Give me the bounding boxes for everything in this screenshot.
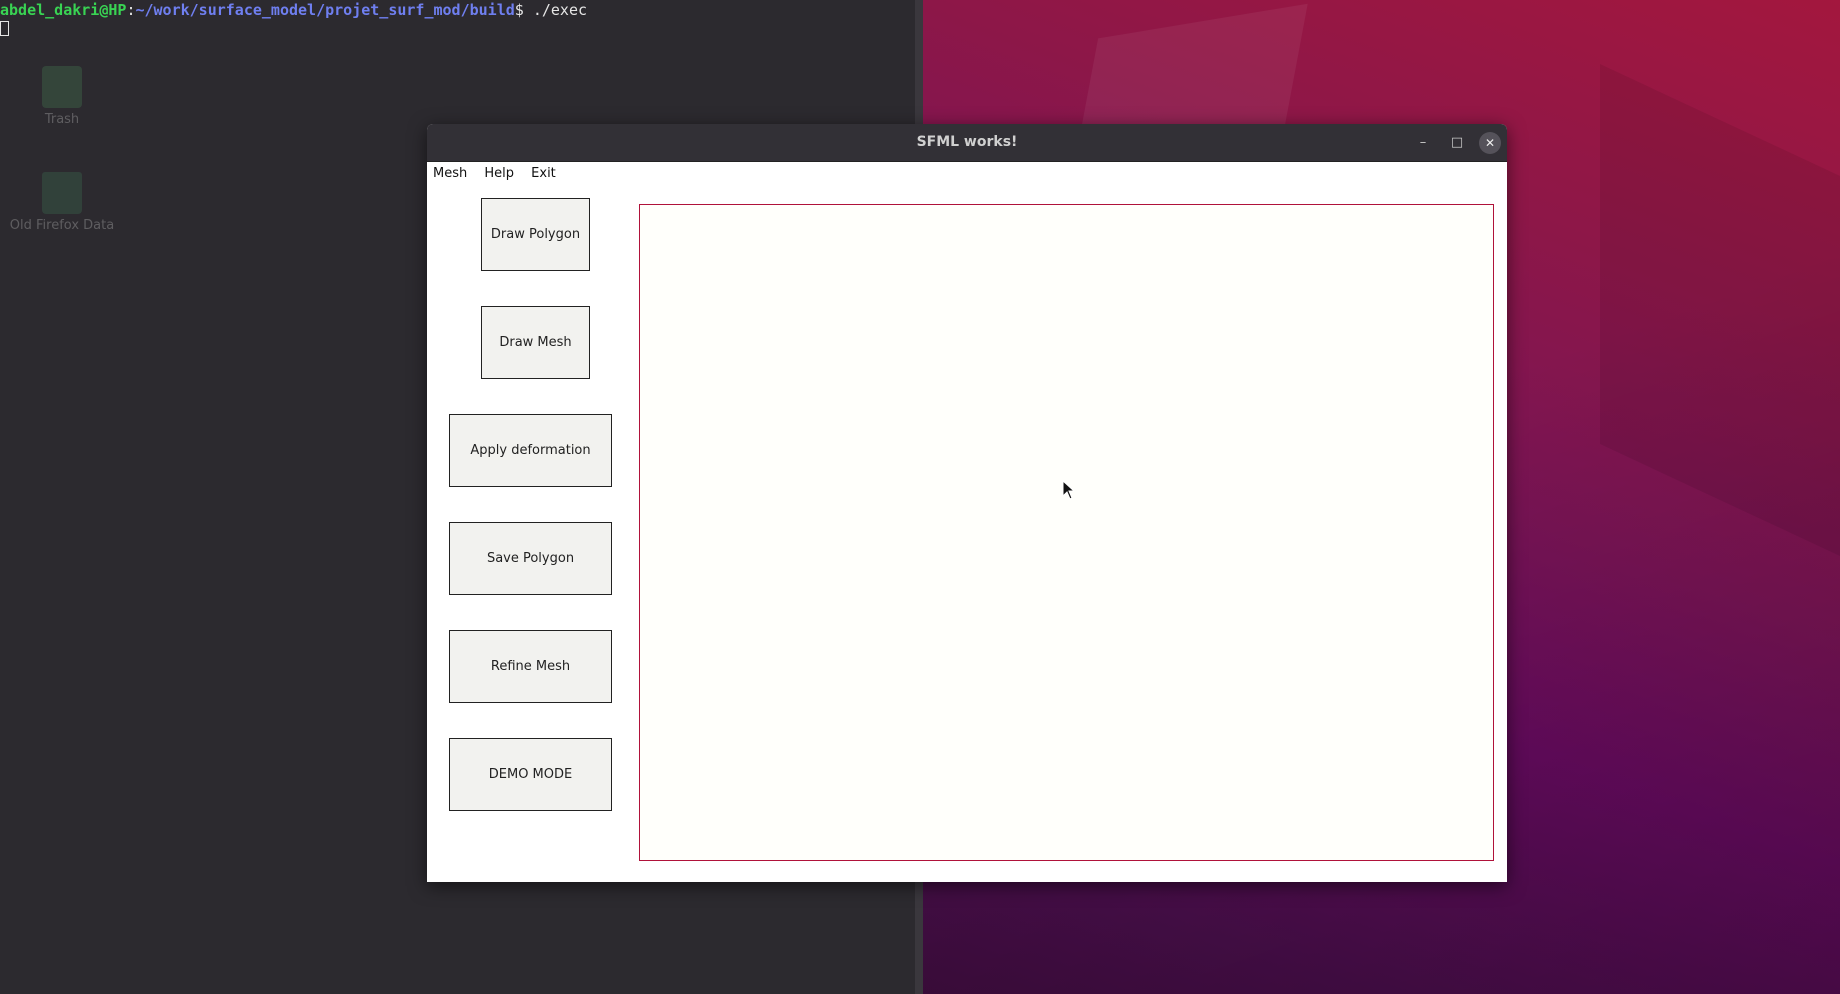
button-label: Save Polygon [486,551,575,566]
desktop-icon-old-firefox-data[interactable]: Old Firefox Data [2,172,122,233]
menu-mesh[interactable]: Mesh [433,166,467,181]
apply-deformation-button[interactable]: Apply deformation [449,414,612,487]
terminal-user-host: abdel_dakri@HP [0,1,127,19]
desktop-screen: abdel_dakri@HP:~/work/surface_model/proj… [0,0,1840,994]
trash-icon [42,66,82,108]
drawing-canvas[interactable] [639,204,1494,861]
mouse-pointer-icon [1062,480,1076,500]
minimize-button[interactable]: – [1412,132,1434,154]
menu-exit[interactable]: Exit [531,166,556,181]
button-label: Draw Mesh [499,335,572,350]
window-titlebar[interactable]: SFML works! – □ ✕ [427,124,1507,162]
window-title: SFML works! [916,134,1018,150]
button-label: Refine Mesh [490,659,571,674]
button-label: Apply deformation [470,443,591,458]
close-button[interactable]: ✕ [1479,132,1501,154]
desktop-icon-label: Trash [44,112,80,127]
button-label: DEMO MODE [488,767,573,782]
button-label: Draw Polygon [490,227,581,242]
terminal-path: ~/work/surface_model/projet_surf_mod/bui… [135,1,515,19]
folder-icon [42,172,82,214]
menu-help[interactable]: Help [484,166,514,181]
wallpaper-shape [1600,64,1840,556]
terminal-cursor [0,21,9,36]
window-client-area: Mesh Help Exit Draw Polygon Draw Mesh Ap… [427,162,1507,882]
draw-polygon-button[interactable]: Draw Polygon [481,198,590,271]
refine-mesh-button[interactable]: Refine Mesh [449,630,612,703]
terminal-prompt-line: abdel_dakri@HP:~/work/surface_model/proj… [0,0,587,20]
terminal-prompt-symbol: $ [514,1,524,19]
sfml-window: SFML works! – □ ✕ Mesh Help Exit Draw Po… [427,124,1507,882]
desktop-icon-trash[interactable]: Trash [2,66,122,127]
demo-mode-button[interactable]: DEMO MODE [449,738,612,811]
menu-bar: Mesh Help Exit [433,166,569,186]
desktop-icon-label: Old Firefox Data [9,218,115,233]
terminal-command: ./exec [523,1,588,19]
save-polygon-button[interactable]: Save Polygon [449,522,612,595]
draw-mesh-button[interactable]: Draw Mesh [481,306,590,379]
maximize-button[interactable]: □ [1446,132,1468,154]
